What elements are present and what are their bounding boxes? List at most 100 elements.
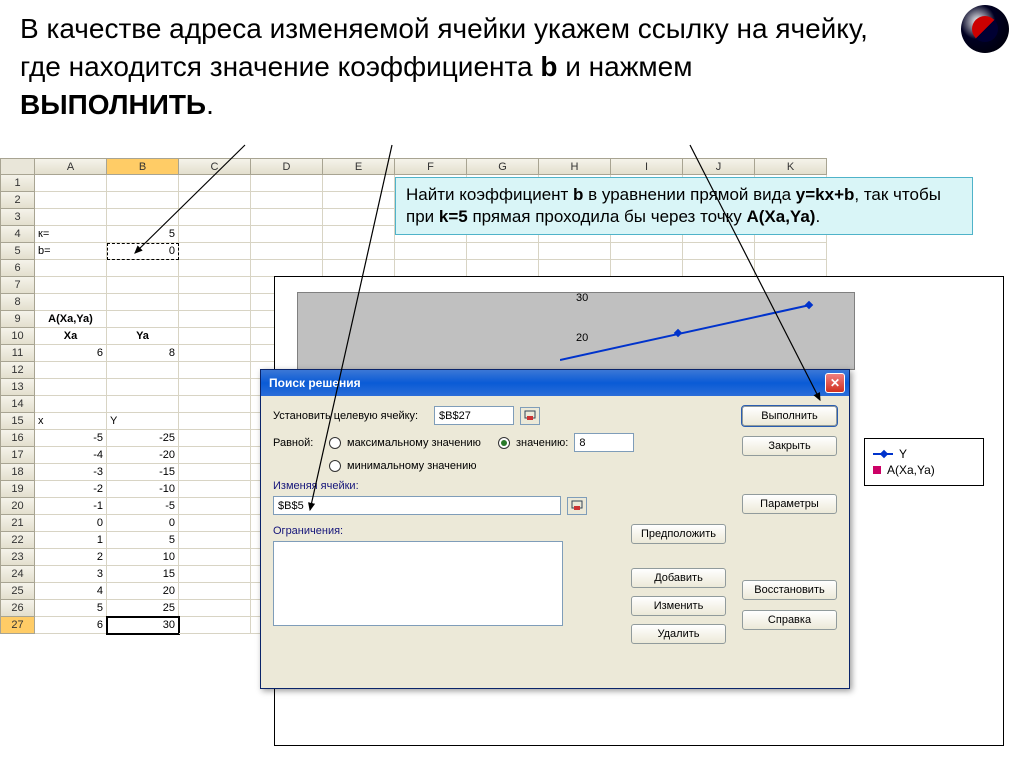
cell[interactable]: 0 xyxy=(107,515,179,532)
cell[interactable]: Y xyxy=(107,413,179,430)
cell[interactable]: 5 xyxy=(107,226,179,243)
cell[interactable]: b= xyxy=(35,243,107,260)
cell[interactable] xyxy=(395,260,467,277)
cell[interactable] xyxy=(179,413,251,430)
cell[interactable] xyxy=(179,209,251,226)
cell[interactable] xyxy=(179,532,251,549)
cell[interactable]: -3 xyxy=(35,464,107,481)
cell[interactable] xyxy=(107,260,179,277)
cell[interactable] xyxy=(179,464,251,481)
cell[interactable] xyxy=(539,243,611,260)
column-header[interactable]: E xyxy=(323,158,395,175)
cell[interactable] xyxy=(179,243,251,260)
delete-constraint-button[interactable]: Удалить xyxy=(631,624,726,644)
row-header[interactable]: 3 xyxy=(0,209,35,226)
select-all-corner[interactable] xyxy=(0,158,35,175)
radio-min[interactable] xyxy=(329,460,341,472)
cell[interactable] xyxy=(179,362,251,379)
changing-cells-input[interactable] xyxy=(273,496,561,515)
row-header[interactable]: 26 xyxy=(0,600,35,617)
cell[interactable] xyxy=(179,345,251,362)
range-picker-icon[interactable] xyxy=(567,497,587,515)
cell[interactable] xyxy=(179,277,251,294)
cell[interactable] xyxy=(611,260,683,277)
close-button[interactable]: Закрыть xyxy=(742,436,837,456)
cell[interactable] xyxy=(179,447,251,464)
cell[interactable] xyxy=(251,175,323,192)
cell[interactable] xyxy=(323,175,395,192)
cell[interactable] xyxy=(107,277,179,294)
cell[interactable] xyxy=(251,260,323,277)
range-picker-icon[interactable] xyxy=(520,407,540,425)
cell[interactable] xyxy=(611,243,683,260)
radio-max[interactable] xyxy=(329,437,341,449)
row-header[interactable]: 7 xyxy=(0,277,35,294)
cell[interactable] xyxy=(179,583,251,600)
cell[interactable] xyxy=(179,328,251,345)
cell[interactable] xyxy=(683,260,755,277)
cell[interactable]: -10 xyxy=(107,481,179,498)
cell[interactable]: Xa xyxy=(35,328,107,345)
cell[interactable] xyxy=(107,379,179,396)
cell[interactable] xyxy=(107,311,179,328)
cell[interactable] xyxy=(179,566,251,583)
row-header[interactable]: 6 xyxy=(0,260,35,277)
row-header[interactable]: 13 xyxy=(0,379,35,396)
cell[interactable] xyxy=(35,192,107,209)
cell[interactable] xyxy=(179,549,251,566)
cell[interactable] xyxy=(107,209,179,226)
cell[interactable] xyxy=(179,379,251,396)
column-header[interactable]: D xyxy=(251,158,323,175)
cell[interactable]: 5 xyxy=(107,532,179,549)
row-header[interactable]: 9 xyxy=(0,311,35,328)
cell[interactable]: 30 xyxy=(107,617,179,634)
cell[interactable] xyxy=(35,294,107,311)
column-header[interactable]: F xyxy=(395,158,467,175)
row-header[interactable]: 1 xyxy=(0,175,35,192)
cell[interactable] xyxy=(107,396,179,413)
cell[interactable] xyxy=(467,260,539,277)
cell[interactable] xyxy=(323,209,395,226)
cell[interactable]: 1 xyxy=(35,532,107,549)
cell[interactable]: 0 xyxy=(107,243,179,260)
row-header[interactable]: 14 xyxy=(0,396,35,413)
column-header[interactable]: B xyxy=(107,158,179,175)
cell[interactable]: 2 xyxy=(35,549,107,566)
cell[interactable] xyxy=(251,209,323,226)
cell[interactable] xyxy=(35,175,107,192)
cell[interactable] xyxy=(35,209,107,226)
row-header[interactable]: 2 xyxy=(0,192,35,209)
target-cell-input[interactable] xyxy=(434,406,514,425)
radio-value[interactable] xyxy=(498,437,510,449)
cell[interactable]: Ya xyxy=(107,328,179,345)
cell[interactable] xyxy=(179,226,251,243)
cell[interactable] xyxy=(755,243,827,260)
cell[interactable]: 10 xyxy=(107,549,179,566)
column-header[interactable]: K xyxy=(755,158,827,175)
cell[interactable] xyxy=(179,294,251,311)
cell[interactable] xyxy=(35,379,107,396)
row-header[interactable]: 23 xyxy=(0,549,35,566)
cell[interactable]: -25 xyxy=(107,430,179,447)
cell[interactable]: 3 xyxy=(35,566,107,583)
cell[interactable] xyxy=(467,243,539,260)
cell[interactable]: -20 xyxy=(107,447,179,464)
cell[interactable]: к= xyxy=(35,226,107,243)
help-button[interactable]: Справка xyxy=(742,610,837,630)
cell[interactable]: -2 xyxy=(35,481,107,498)
cell[interactable]: -5 xyxy=(35,430,107,447)
row-header[interactable]: 11 xyxy=(0,345,35,362)
cell[interactable] xyxy=(251,226,323,243)
row-header[interactable]: 19 xyxy=(0,481,35,498)
solve-button[interactable]: Выполнить xyxy=(742,406,837,426)
row-header[interactable]: 16 xyxy=(0,430,35,447)
cell[interactable] xyxy=(323,260,395,277)
row-header[interactable]: 18 xyxy=(0,464,35,481)
cell[interactable] xyxy=(539,260,611,277)
close-icon[interactable]: ✕ xyxy=(825,373,845,393)
column-header[interactable]: H xyxy=(539,158,611,175)
column-header[interactable]: A xyxy=(35,158,107,175)
cell[interactable] xyxy=(179,515,251,532)
cell[interactable]: 4 xyxy=(35,583,107,600)
cell[interactable]: -1 xyxy=(35,498,107,515)
